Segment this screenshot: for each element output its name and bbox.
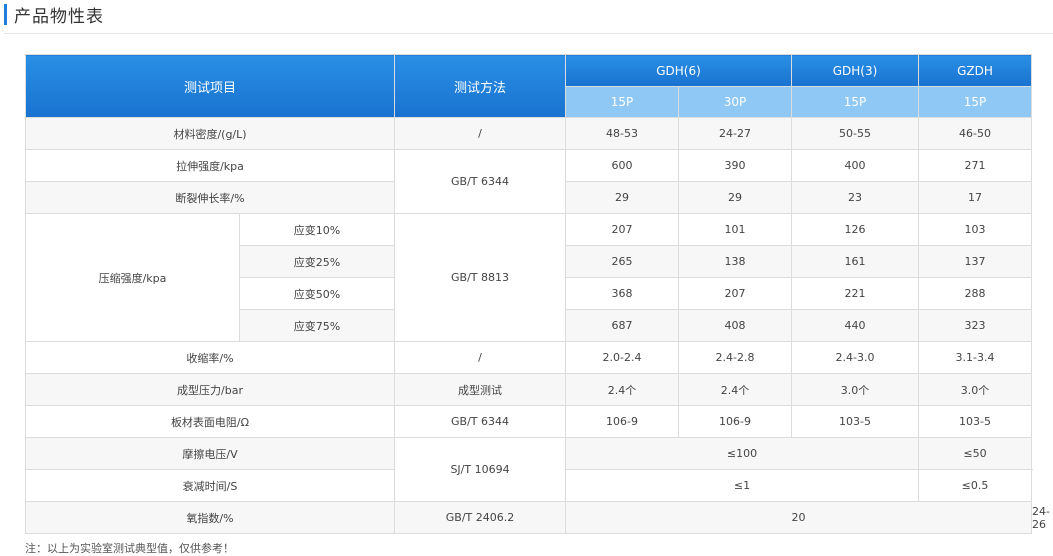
row-method: GB/T 6344 [394, 405, 567, 438]
row-method: GB/T 2406.2 [394, 501, 567, 534]
product-properties-table: 测试项目 测试方法 GDH(6) GDH(3) GZDH 15P 30P 15P… [24, 54, 1050, 534]
row-label: 成型压力/bar [24, 373, 396, 406]
table-cell: 103-5 [918, 405, 1033, 438]
table-cell: 103-5 [791, 405, 920, 438]
row-label: 摩擦电压/V [24, 437, 396, 470]
header-test-method: 测试方法 [394, 54, 567, 118]
table-row: 压缩强度/kpa 应变10% GB/T 8813 207 101 126 103 [25, 213, 1033, 342]
table-cell: 440 [791, 309, 920, 342]
table-cell: 137 [918, 245, 1033, 278]
header-sub: 15P [791, 86, 920, 118]
table-cell: 50-55 [791, 117, 920, 150]
strain-label: 应变75% [238, 309, 396, 342]
table-row: 摩擦电压/V SJ/T 10694 ≤100 ≤50 [24, 437, 1033, 502]
table-cell: 48-53 [565, 117, 680, 150]
table-cell: 106-9 [678, 405, 793, 438]
table-cell: 23 [791, 181, 920, 214]
table-cell: 390 [678, 149, 793, 182]
row-method: SJ/T 10694 [394, 437, 567, 502]
row-label: 拉伸强度/kpa [24, 149, 396, 182]
table-row: 材料密度/(g/L) / 48-53 24-27 50-55 46-50 [24, 117, 1033, 150]
table-cell: ≤1 [565, 469, 920, 502]
table-cell: 368 [565, 277, 680, 310]
title-divider [4, 33, 1053, 34]
table-cell: 29 [565, 181, 680, 214]
table-cell: 161 [791, 245, 920, 278]
table-row: 收缩率/% / 2.0-2.4 2.4-2.8 2.4-3.0 3.1-3.4 [24, 341, 1033, 374]
strain-label: 应变25% [238, 245, 396, 278]
header-group-gdh6: GDH(6) [565, 54, 793, 87]
table-row: 氧指数/% GB/T 2406.2 20 24-26 [24, 501, 1050, 534]
table-cell: 101 [678, 213, 793, 246]
table-cell: 20 [565, 501, 1033, 534]
header-sub: 15P [565, 86, 680, 118]
table-cell: ≤50 [918, 437, 1033, 470]
row-method: GB/T 6344 [394, 149, 567, 214]
table-cell: 126 [791, 213, 920, 246]
table-cell: 207 [565, 213, 680, 246]
table-cell: 2.4-2.8 [678, 341, 793, 374]
page-title: 产品物性表 [14, 6, 104, 27]
table-cell: 221 [791, 277, 920, 310]
table-cell: 288 [918, 277, 1033, 310]
table-cell: 29 [678, 181, 793, 214]
row-method: / [394, 341, 567, 374]
table-cell: 106-9 [565, 405, 680, 438]
title-accent-bar [4, 3, 7, 25]
table-cell: 2.4个 [678, 373, 793, 406]
row-label: 氧指数/% [24, 501, 396, 534]
row-method: 成型测试 [394, 373, 567, 406]
row-label: 材料密度/(g/L) [24, 117, 396, 150]
table-cell: 687 [565, 309, 680, 342]
table-cell: 2.4个 [565, 373, 680, 406]
table-cell: 600 [565, 149, 680, 182]
table-row: 成型压力/bar 成型测试 2.4个 2.4个 3.0个 3.0个 [24, 373, 1033, 406]
row-label: 衰减时间/S [24, 469, 396, 502]
row-method: GB/T 8813 [394, 213, 567, 342]
section-header: 产品物性表 [4, 3, 104, 27]
table-cell: 265 [565, 245, 680, 278]
row-label: 板材表面电阻/Ω [24, 405, 396, 438]
table-cell: 323 [918, 309, 1033, 342]
table-cell: 3.0个 [918, 373, 1033, 406]
table-cell: 3.0个 [791, 373, 920, 406]
table-cell: 400 [791, 149, 920, 182]
strain-label: 应变10% [238, 213, 396, 246]
table-cell: 2.0-2.4 [565, 341, 680, 374]
table-cell: ≤100 [565, 437, 920, 470]
table-cell: 2.4-3.0 [791, 341, 920, 374]
row-label: 压缩强度/kpa [25, 213, 240, 342]
header-group-gdh3: GDH(3) [791, 54, 920, 87]
header-group-gzdh: GZDH [918, 54, 1033, 87]
table-cell: 408 [678, 309, 793, 342]
header-sub: 30P [678, 86, 793, 118]
row-label: 断裂伸长率/% [24, 181, 396, 214]
table-row: 板材表面电阻/Ω GB/T 6344 106-9 106-9 103-5 103… [24, 405, 1033, 438]
table-cell: ≤0.5 [918, 469, 1033, 502]
table-cell: 46-50 [918, 117, 1033, 150]
header-test-item: 测试项目 [24, 54, 396, 118]
row-label: 收缩率/% [24, 341, 396, 374]
table-cell: 207 [678, 277, 793, 310]
strain-label: 应变50% [238, 277, 396, 310]
table-cell: 271 [918, 149, 1033, 182]
table-cell: 3.1-3.4 [918, 341, 1033, 374]
table-row: 拉伸强度/kpa GB/T 6344 600 390 400 271 [24, 149, 1033, 214]
table-cell: 24-27 [678, 117, 793, 150]
row-method: / [394, 117, 567, 150]
table-cell: 138 [678, 245, 793, 278]
table-cell: 17 [918, 181, 1033, 214]
table-cell: 103 [918, 213, 1033, 246]
header-sub: 15P [918, 86, 1033, 118]
footnote: 注：以上为实验室测试典型值，仅供参考！ [25, 542, 234, 555]
